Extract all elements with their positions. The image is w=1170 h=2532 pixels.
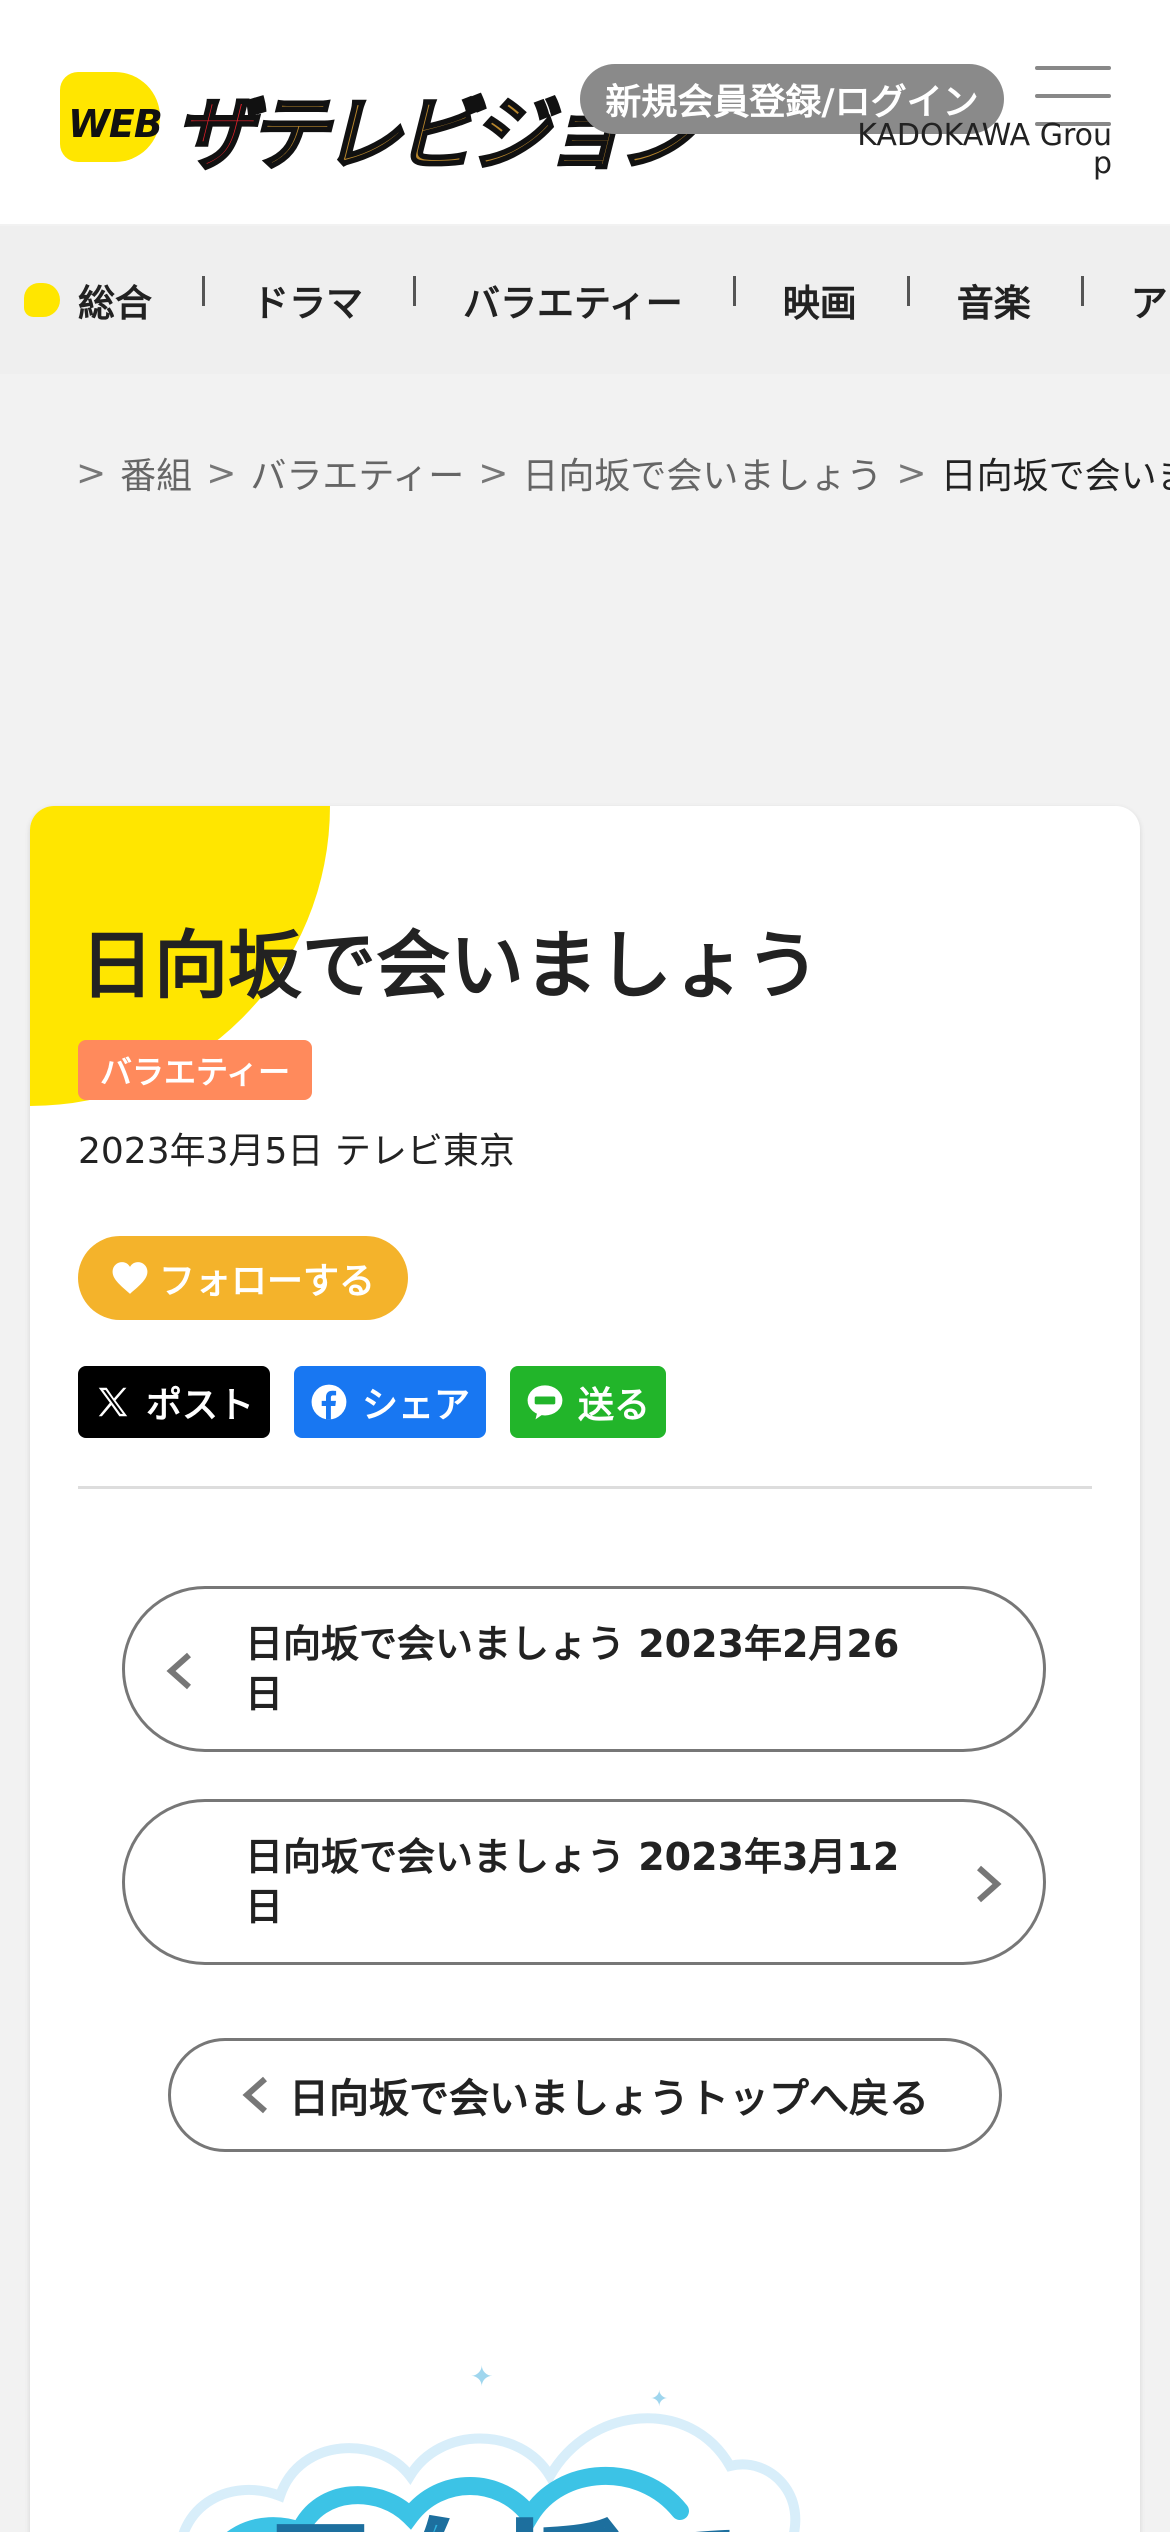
share-x-label: ポスト xyxy=(145,1385,254,1426)
breadcrumb-separator: > xyxy=(76,452,107,494)
site-logo[interactable]: WEB ザテレビジョン xyxy=(58,62,700,183)
share-facebook-label: シェア xyxy=(361,1385,470,1426)
divider xyxy=(78,1486,1092,1489)
breadcrumb-item[interactable]: 日向坂で会いましょう xyxy=(522,448,882,498)
chevron-left-icon xyxy=(166,1652,191,1690)
hamburger-menu-icon[interactable] xyxy=(1035,66,1111,126)
show-logo-image: 日向坂で ✦ ✦ xyxy=(178,2360,801,2532)
breadcrumb-separator: > xyxy=(206,452,237,494)
next-episode-label: 日向坂で会いましょう 2023年3月12日 xyxy=(245,1835,900,1929)
prev-episode-button[interactable]: 日向坂で会いましょう 2023年2月26日 xyxy=(122,1586,1046,1752)
next-episode-button[interactable]: 日向坂で会いましょう 2023年3月12日 xyxy=(122,1799,1046,1965)
chevron-left-icon xyxy=(242,2076,267,2114)
facebook-logo-icon xyxy=(311,1384,347,1420)
heart-icon xyxy=(112,1262,148,1294)
share-x-button[interactable]: ポスト xyxy=(78,1366,270,1438)
category-nav-label: 音楽 xyxy=(956,282,1031,325)
prev-episode-label: 日向坂で会いましょう 2023年2月26日 xyxy=(245,1622,900,1716)
breadcrumb-separator: > xyxy=(896,452,927,494)
breadcrumb: > 番組 > バラエティー > 日向坂で会いましょう > 日向坂で会いましょう … xyxy=(48,448,1170,498)
breadcrumb-item[interactable]: バラエティー xyxy=(250,448,464,498)
category-nav-label: 映画 xyxy=(782,282,857,325)
category-nav-item[interactable]: ドラマ xyxy=(202,226,413,374)
breadcrumb-separator: > xyxy=(478,452,509,494)
program-card: 日向坂で会いましょう バラエティー 2023年3月5日 テレビ東京 フォローする… xyxy=(30,806,1140,2532)
follow-label: フォローする xyxy=(158,1261,375,1302)
svg-text:✦: ✦ xyxy=(650,2387,668,2412)
category-nav-item[interactable]: 音楽 xyxy=(906,226,1081,374)
category-nav: 総合 ドラマ バラエティー 映画 音楽 ア xyxy=(0,226,1170,374)
share-line-button[interactable]: 送る xyxy=(510,1366,666,1438)
show-logo-text: 日向坂で xyxy=(260,2511,740,2532)
category-nav-item[interactable]: 映画 xyxy=(732,226,907,374)
line-logo-icon xyxy=(527,1385,563,1420)
back-to-top-button[interactable]: 日向坂で会いましょうトップへ戻る xyxy=(168,2038,1002,2152)
category-nav-label: ア xyxy=(1130,282,1168,325)
breadcrumb-item[interactable]: 番組 xyxy=(120,448,192,498)
category-nav-item[interactable]: 総合 xyxy=(0,226,202,374)
breadcrumb-current: 日向坂で会いましょう 2023年3月5日 xyxy=(940,456,1170,497)
kadokawa-group-label: KADOKAWA Group xyxy=(857,118,1112,181)
share-buttons: ポスト シェア 送る xyxy=(78,1366,690,1438)
air-info: 2023年3月5日 テレビ東京 xyxy=(78,1131,515,1172)
category-nav-item[interactable]: バラエティー xyxy=(413,226,733,374)
follow-button[interactable]: フォローする xyxy=(78,1236,408,1320)
logo-main-red: ザ xyxy=(173,87,256,183)
share-facebook-button[interactable]: シェア xyxy=(294,1366,486,1438)
category-list: 総合 ドラマ バラエティー 映画 音楽 ア xyxy=(0,226,1170,374)
category-nav-item[interactable]: ア xyxy=(1080,226,1170,374)
site-header: WEB ザテレビジョン 新規会員登録/ログイン KADOKAWA Group xyxy=(0,0,1170,224)
active-category-marker xyxy=(24,283,60,317)
category-nav-label: 総合 xyxy=(78,282,152,325)
svg-text:✦: ✦ xyxy=(470,2360,493,2393)
category-nav-label: バラエティー xyxy=(463,282,683,325)
chevron-right-icon xyxy=(977,1865,1002,1903)
x-logo-icon xyxy=(98,1387,128,1417)
back-to-top-label: 日向坂で会いましょうトップへ戻る xyxy=(289,2076,929,2122)
page-title: 日向坂で会いましょう xyxy=(80,923,820,1009)
genre-tag[interactable]: バラエティー xyxy=(78,1040,313,1100)
share-line-label: 送る xyxy=(577,1385,650,1426)
category-nav-label: ドラマ xyxy=(252,282,363,325)
logo-web-text: WEB xyxy=(68,102,163,146)
